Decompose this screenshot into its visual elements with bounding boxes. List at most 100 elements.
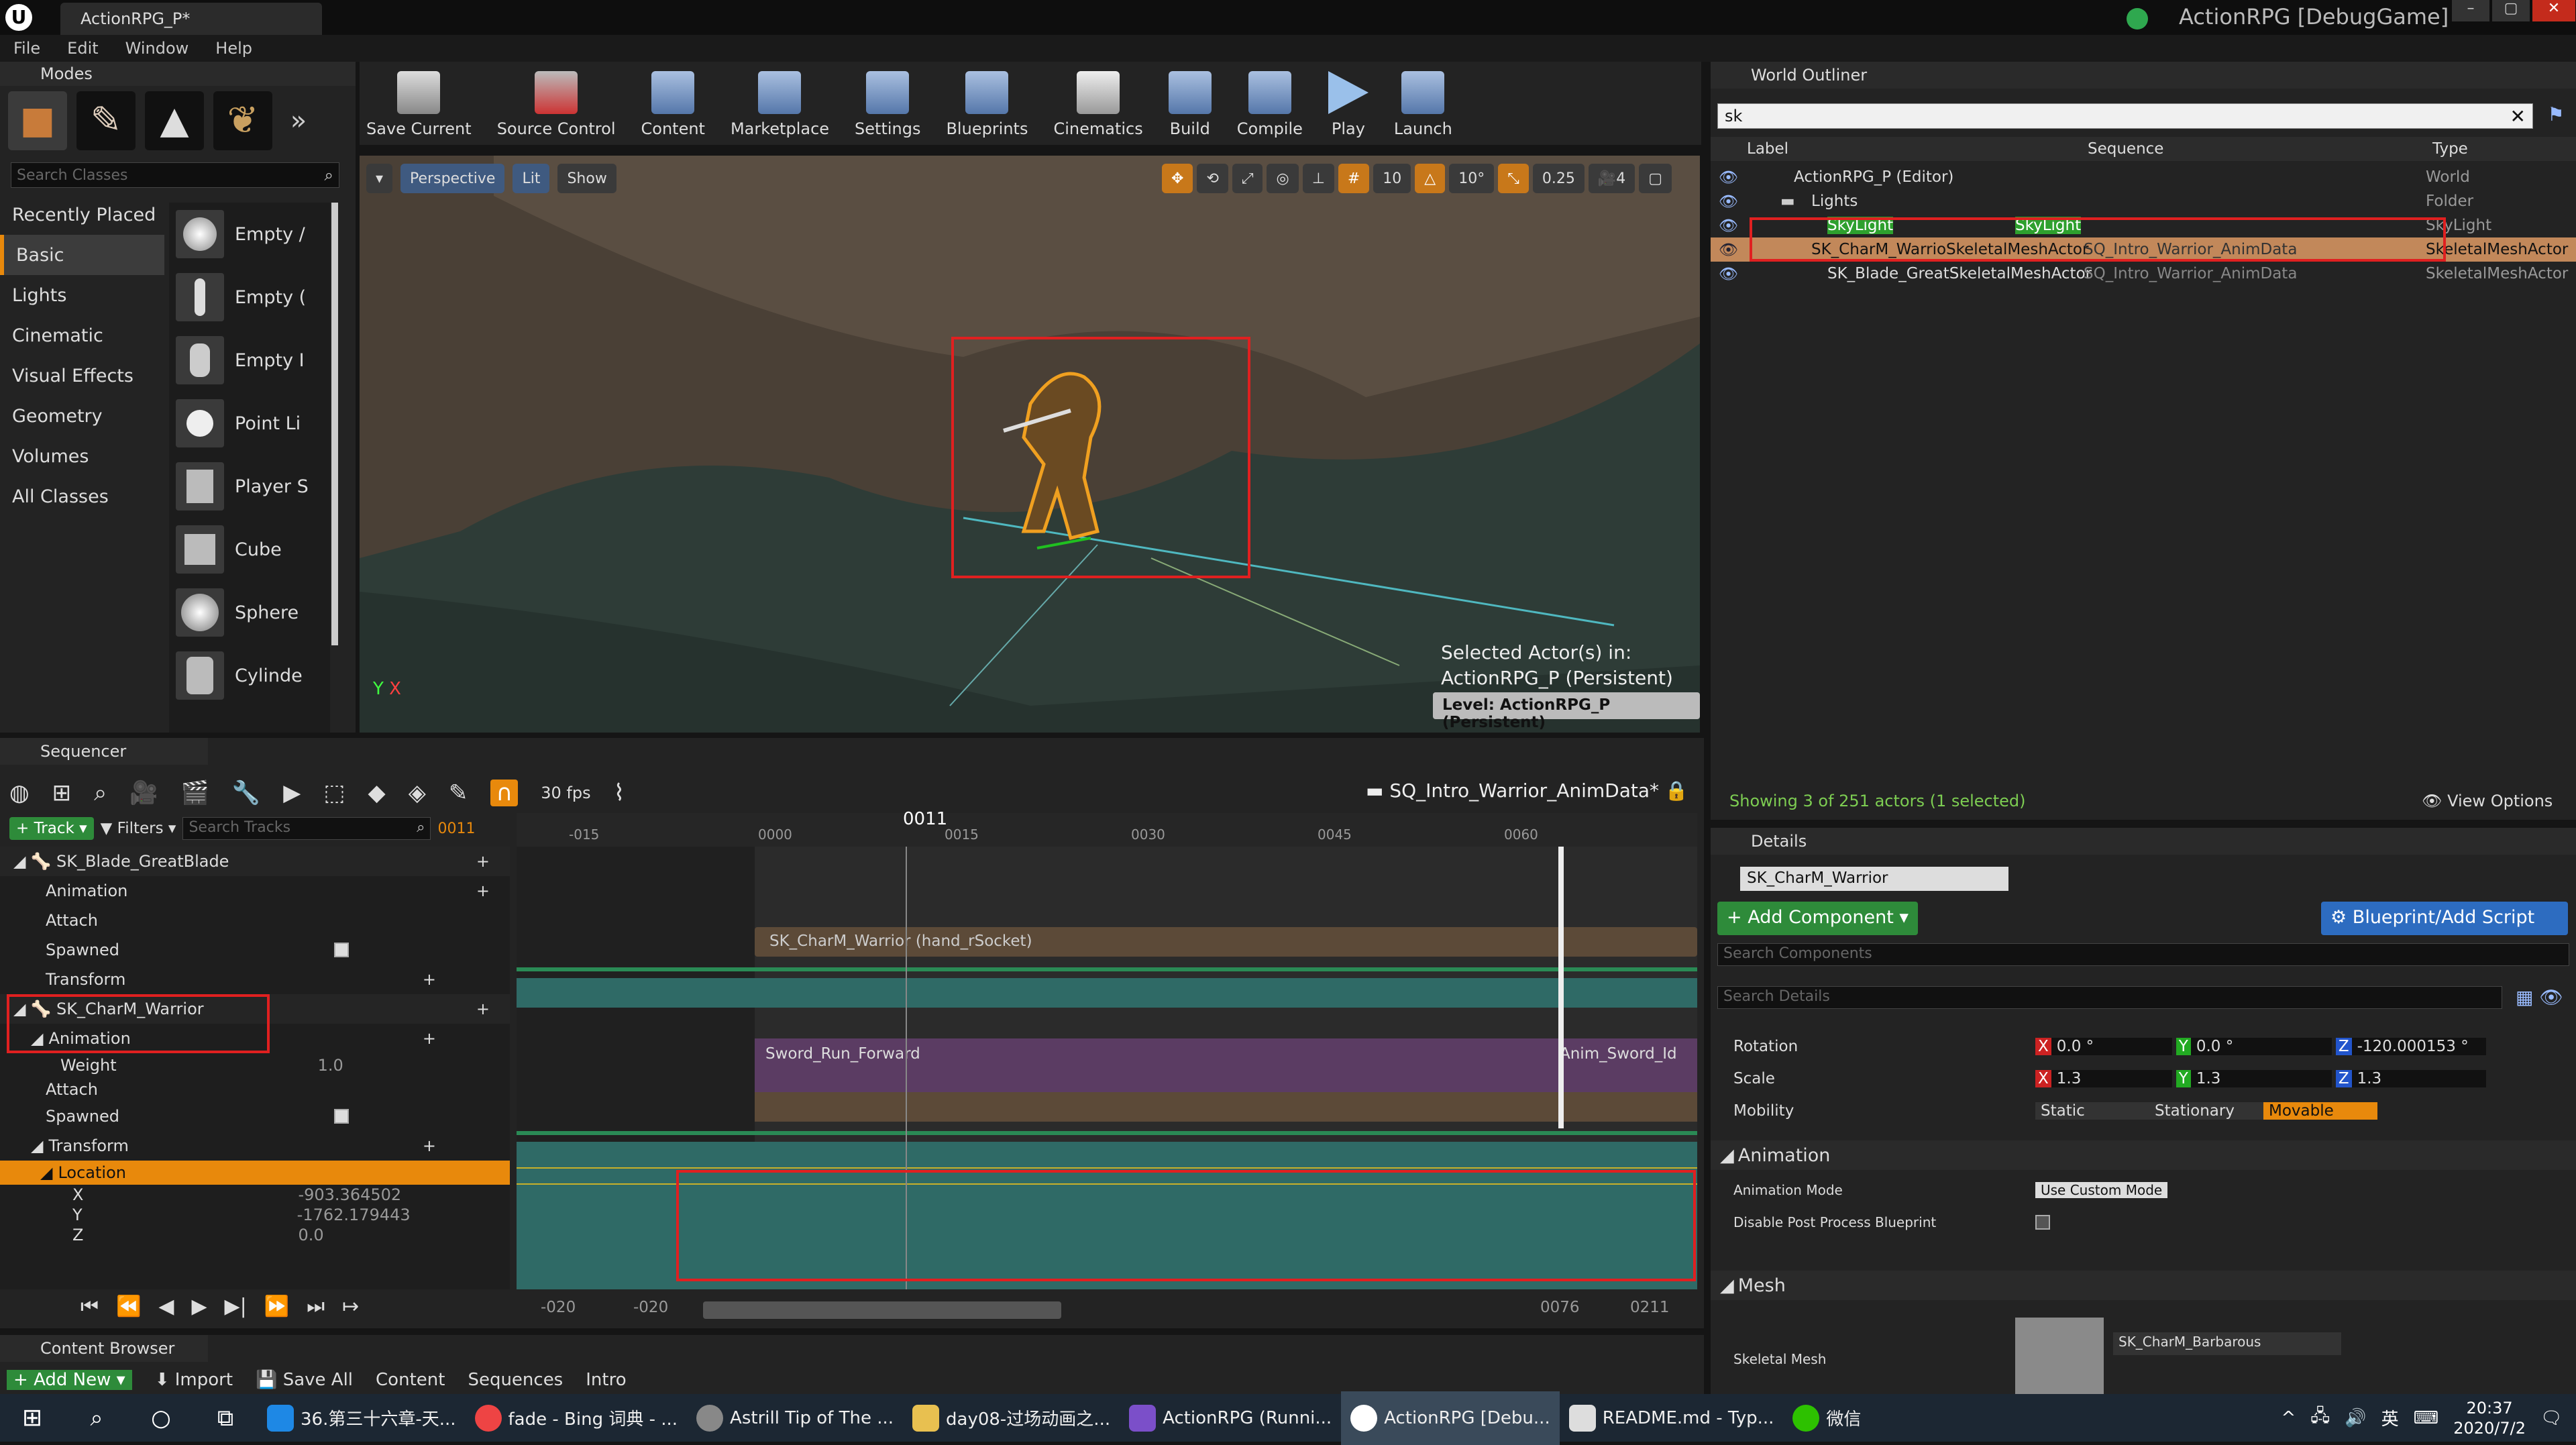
list-item[interactable]: Point Li [169,392,330,455]
col-type[interactable]: Type [2432,140,2468,158]
source-control-button[interactable]: Source Control [497,62,616,142]
perspective-button[interactable]: Perspective [400,164,505,193]
skeletal-mesh-thumbnail[interactable] [2015,1318,2104,1398]
add-icon[interactable]: + [476,852,490,871]
actor-name-input[interactable]: SK_CharM_Warrior [1740,867,2008,891]
visibility-eye-icon[interactable]: 👁 [1719,193,1738,211]
skeletal-mesh-dropdown[interactable]: SK_CharM_Barbarous [2113,1332,2341,1355]
taskbar-app[interactable]: Astrill Tip of The ... [687,1391,903,1445]
taskbar-app[interactable]: 36.第三十六章-天... [258,1391,466,1445]
list-item[interactable]: Empty / [169,203,330,266]
add-component-button[interactable]: + Add Component ▾ [1717,902,1918,935]
anim-mode-dropdown[interactable]: Use Custom Mode [2035,1182,2168,1198]
table-row[interactable]: 👁 SK_Blade_GreatSkeletalMeshActor SQ_Intro… [1711,262,2576,286]
transform-section[interactable] [517,978,1697,1008]
spawned-checkbox[interactable] [334,1109,349,1124]
playback-icon[interactable]: ▶ [283,780,301,806]
launch-button[interactable]: Launch [1394,62,1452,142]
camera-speed-button[interactable]: 🎥 4 [1588,164,1635,193]
track-row[interactable]: ◢ Transform + [0,1131,510,1161]
view-start[interactable]: -020 [633,1299,668,1316]
spawned-checkbox[interactable] [334,943,349,957]
menu-file[interactable]: File [13,39,40,58]
track-row[interactable]: Animation + [0,876,510,906]
tools-icon[interactable]: 🔧 [232,780,260,806]
volume-icon[interactable]: 🔊 [2345,1408,2366,1428]
next-key-icon[interactable]: ⏩ [264,1295,289,1318]
search-tracks-input[interactable]: Search Tracks ⌕ [182,817,431,840]
class-list-scrollbar[interactable] [331,203,338,645]
menu-window[interactable]: Window [125,39,189,58]
save-current-button[interactable]: Save Current [366,62,472,142]
track-row[interactable]: Attach [0,906,510,935]
view-options-button[interactable]: 👁 View Options [2422,792,2553,810]
list-item[interactable]: Cylinde [169,644,330,707]
level-tab[interactable]: ActionRPG_P* [60,3,322,35]
category-lights[interactable]: Lights [0,275,164,315]
mobility-movable[interactable]: Movable [2263,1102,2377,1120]
taskbar-app[interactable]: day08-过场动画之... [903,1391,1120,1445]
rotation-snap-value[interactable]: 10° [1449,164,1495,193]
search-icon[interactable]: ⌕ [94,780,107,806]
visibility-eye-icon[interactable]: 👁 [1719,241,1738,259]
cinematics-button[interactable]: Cinematics [1053,62,1143,142]
play-icon[interactable]: ▶ [191,1295,207,1318]
minimize-button[interactable]: – [2452,0,2489,21]
category-geometry[interactable]: Geometry [0,396,164,436]
view-range-slider[interactable] [703,1301,1061,1319]
maximize-viewport-icon[interactable]: ▢ [1639,164,1672,193]
blueprint-add-script-button[interactable]: ⚙ Blueprint/Add Script [2321,902,2568,935]
menu-help[interactable]: Help [215,39,252,58]
save-sequence-icon[interactable]: ⊞ [52,780,72,806]
list-item[interactable]: Player S [169,455,330,518]
snap-magnet-icon[interactable]: ∩ [490,780,519,806]
build-button[interactable]: Build [1168,62,1212,142]
track-row[interactable]: Spawned [0,1102,510,1131]
mobility-stationary[interactable]: Stationary [2149,1102,2263,1120]
jump-start-icon[interactable]: ⏮ [80,1295,99,1318]
add-icon[interactable]: + [476,1000,490,1018]
world-icon[interactable]: ◍ [9,780,30,806]
category-visual-effects[interactable]: Visual Effects [0,356,164,396]
step-back-icon[interactable]: ◀ [158,1295,174,1318]
translate-tool-icon[interactable]: ✥ [1162,164,1193,193]
animation-category[interactable]: ◢ Animation [1711,1140,2576,1170]
rotation-snap-icon[interactable]: △ [1415,164,1446,193]
taskbar-app[interactable]: ActionRPG (Runni... [1120,1391,1341,1445]
save-all-button[interactable]: 💾 Save All [256,1370,353,1390]
timeline-scrollbar[interactable] [1558,847,1564,1128]
visibility-eye-icon[interactable]: 👁 [1719,217,1738,235]
track-row[interactable]: Z 0.0 [0,1225,510,1245]
add-new-button[interactable]: + Add New ▾ [7,1370,132,1390]
grid-snap-value[interactable]: 10 [1373,164,1411,193]
lit-button[interactable]: Lit [513,164,550,193]
close-button[interactable]: ✕ [2532,0,2575,21]
key-settings-icon[interactable]: ◈ [409,780,426,806]
menu-edit[interactable]: Edit [67,39,98,58]
list-item[interactable]: Sphere [169,581,330,644]
taskbar-app[interactable]: fade - Bing 词典 - ... [466,1391,688,1445]
track-row[interactable]: Y -1762.179443 [0,1205,510,1225]
track-row-selected[interactable]: ◢ Location [0,1161,510,1185]
more-modes-icon[interactable]: » [282,91,315,150]
place-mode-icon[interactable]: ■ [8,91,67,150]
col-label[interactable]: Label [1747,140,1788,158]
mesh-category[interactable]: ◢ Mesh [1711,1271,2576,1300]
add-icon[interactable]: + [476,881,490,900]
col-sequence[interactable]: Sequence [2088,140,2163,158]
blueprints-button[interactable]: Blueprints [946,62,1028,142]
play-button[interactable]: Play [1328,62,1368,142]
search-details-input[interactable]: Search Details [1717,986,2502,1009]
keyboard-icon[interactable]: ⌨ [2414,1408,2439,1428]
path-intro[interactable]: Intro [586,1370,626,1390]
marketplace-button[interactable]: Marketplace [731,62,829,142]
settings-button[interactable]: Settings [855,62,920,142]
category-volumes[interactable]: Volumes [0,436,164,476]
track-row[interactable]: X -903.364502 [0,1185,510,1205]
sequencer-tab[interactable]: Sequencer [0,738,208,765]
category-cinematic[interactable]: Cinematic [0,315,164,356]
add-icon[interactable]: + [423,1136,436,1155]
clear-search-icon[interactable]: ✕ [2510,105,2526,127]
list-item[interactable]: Empty ( [169,266,330,329]
track-row[interactable]: Attach [0,1077,510,1102]
